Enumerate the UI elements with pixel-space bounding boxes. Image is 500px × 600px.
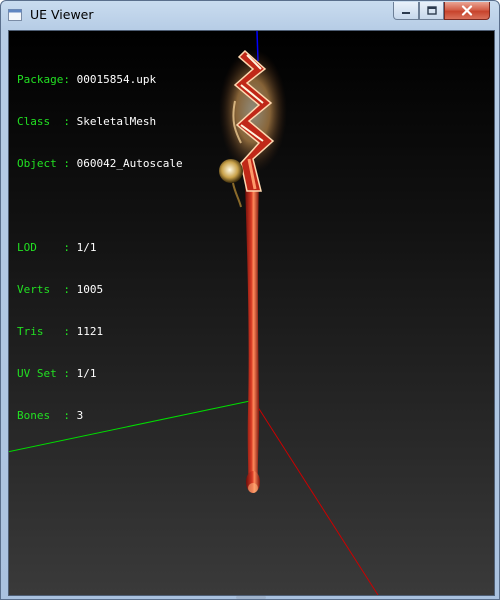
lod-value: 1/1 <box>76 241 97 254</box>
window-title: UE Viewer <box>30 7 94 22</box>
tris-value: 1121 <box>76 325 104 338</box>
uvset-value: 1/1 <box>76 367 97 380</box>
class-value: SkeletalMesh <box>76 115 157 128</box>
close-icon <box>461 5 473 16</box>
resize-grip[interactable] <box>236 596 266 599</box>
info-row-tris: Tris : 1121 <box>17 325 104 338</box>
3d-viewport[interactable]: Package: 00015854.upk Class : SkeletalMe… <box>8 30 495 596</box>
maximize-button[interactable] <box>419 2 444 20</box>
info-row-package: Package: 00015854.upk <box>17 73 157 86</box>
package-value: 00015854.upk <box>76 73 157 86</box>
staff-shaft <box>245 181 260 486</box>
info-row-class: Class : SkeletalMesh <box>17 115 157 128</box>
info-row-object: Object : 060042_Autoscale <box>17 157 183 170</box>
bones-value: 3 <box>76 409 84 422</box>
info-row-bones: Bones : 3 <box>17 409 84 422</box>
staff-orb <box>219 159 243 183</box>
info-row-verts: Verts : 1005 <box>17 283 104 296</box>
minimize-icon <box>402 11 410 14</box>
app-window: UE Viewer Package: 00015854.upk Class: … <box>0 0 500 600</box>
app-icon <box>8 9 22 21</box>
minimize-button[interactable] <box>393 2 419 20</box>
object-value: 060042_Autoscale <box>76 157 183 170</box>
axis-x-line <box>253 400 379 595</box>
verts-value: 1005 <box>76 283 104 296</box>
close-button[interactable] <box>444 2 490 20</box>
title-bar[interactable]: UE Viewer <box>1 1 499 29</box>
info-row-uvset: UV Set : 1/1 <box>17 367 97 380</box>
info-spacer <box>17 199 183 213</box>
maximize-icon <box>426 5 437 15</box>
info-row-lod: LOD : 1/1 <box>17 241 97 254</box>
mesh-info-overlay: Package: 00015854.upk Class : SkeletalMe… <box>17 45 183 451</box>
